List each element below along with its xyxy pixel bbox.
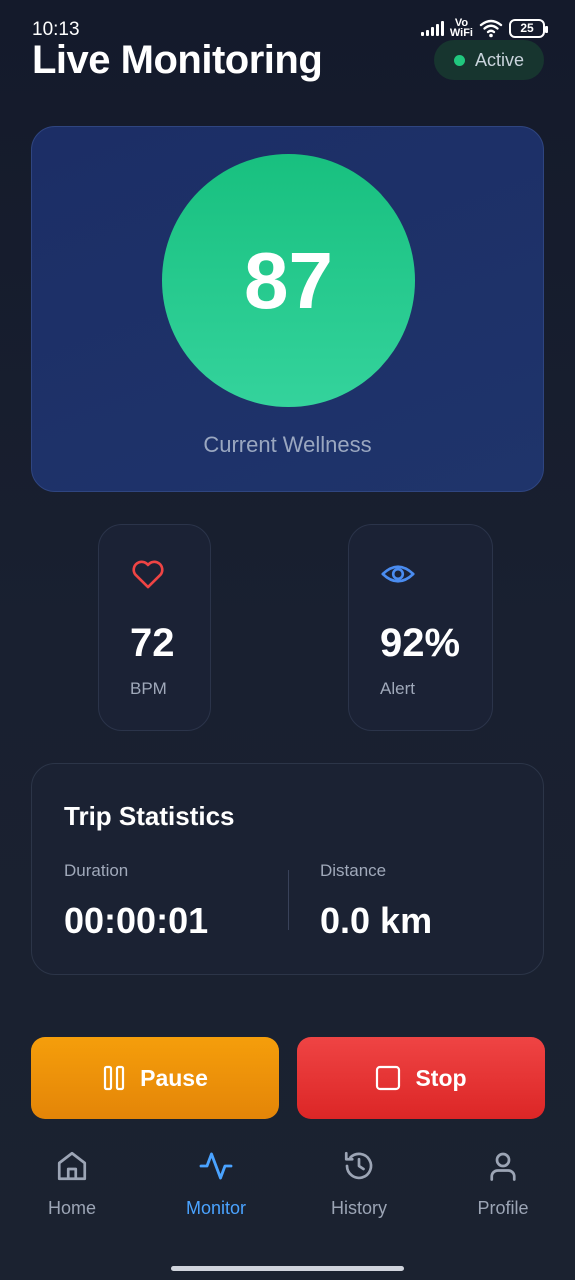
bottom-nav: Home Monitor History Profile xyxy=(0,1148,575,1238)
wellness-card: 87 Current Wellness xyxy=(31,126,544,492)
duration-value: 00:00:01 xyxy=(64,900,209,941)
active-dot-icon xyxy=(453,54,465,66)
stop-icon xyxy=(376,1065,401,1091)
heart-icon xyxy=(132,560,164,589)
vowifi-bottom-text: WiFi xyxy=(449,27,473,39)
history-icon xyxy=(344,1151,373,1180)
wellness-label: Current Wellness xyxy=(203,432,372,457)
nav-item-home[interactable]: Home xyxy=(17,1148,127,1219)
stop-button[interactable]: Stop xyxy=(297,1037,545,1119)
home-indicator[interactable] xyxy=(171,1266,404,1271)
heart-rate-label: BPM xyxy=(130,679,167,698)
status-badge-label: Active xyxy=(474,49,525,70)
status-icons: Vo WiFi 25 xyxy=(420,18,548,39)
trip-statistics-title: Trip Statistics xyxy=(64,801,235,831)
wifi-icon xyxy=(479,19,503,38)
pause-button[interactable]: Pause xyxy=(31,1037,279,1119)
eye-icon xyxy=(381,565,415,583)
pause-icon xyxy=(104,1065,125,1091)
nav-item-history[interactable]: History xyxy=(304,1148,414,1219)
battery-level: 25 xyxy=(520,21,534,35)
signal-icon xyxy=(420,20,444,36)
page-title: Live Monitoring xyxy=(32,38,323,82)
trip-statistics-card: Trip Statistics Duration 00:00:01 Distan… xyxy=(31,763,544,975)
alertness-card: 92% Alert xyxy=(348,524,493,731)
distance-label: Distance xyxy=(320,861,387,880)
user-icon xyxy=(490,1152,516,1181)
heart-rate-value: 72 xyxy=(130,621,175,665)
home-icon xyxy=(57,1151,87,1181)
heart-rate-card: 72 BPM xyxy=(98,524,211,731)
nav-item-profile[interactable]: Profile xyxy=(448,1148,558,1219)
status-badge: Active xyxy=(434,40,544,80)
nav-label-profile: Profile xyxy=(477,1198,529,1218)
alertness-value: 92% xyxy=(380,621,461,665)
distance-value: 0.0 km xyxy=(320,900,433,941)
live-monitoring-screen: 10:13 Vo WiFi 25 Live Monitoring Active … xyxy=(0,0,575,1280)
duration-label: Duration xyxy=(64,861,129,880)
wellness-score: 87 xyxy=(244,235,333,325)
nav-label-monitor: Monitor xyxy=(185,1198,247,1218)
stop-button-label: Stop xyxy=(415,1064,467,1091)
activity-icon xyxy=(199,1152,233,1180)
trip-divider xyxy=(288,870,289,930)
vowifi-indicator: Vo WiFi xyxy=(449,18,473,39)
battery-icon: 25 xyxy=(509,18,548,38)
nav-label-history: History xyxy=(330,1198,387,1218)
nav-label-home: Home xyxy=(47,1198,96,1218)
wellness-score-circle: 87 xyxy=(162,154,415,407)
pause-button-label: Pause xyxy=(140,1064,208,1091)
alertness-label: Alert xyxy=(380,679,415,698)
nav-item-monitor[interactable]: Monitor xyxy=(161,1148,271,1219)
